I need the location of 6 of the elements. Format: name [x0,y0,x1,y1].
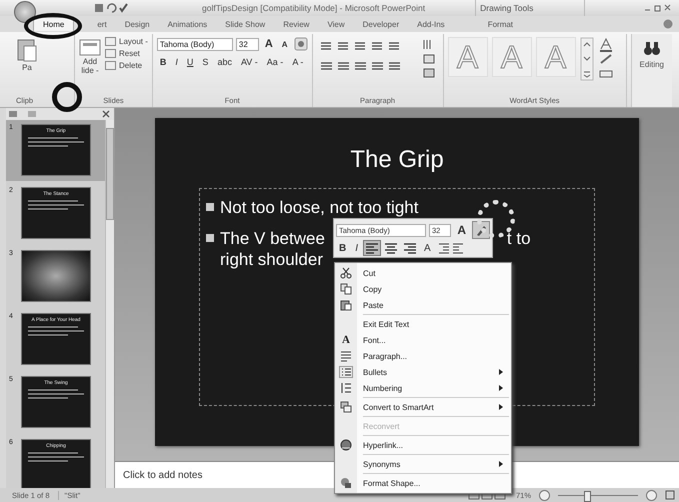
window-title: golfTipsDesign [Compatibility Mode] - Microsoft PowerPoint [202,3,426,13]
bullet-text: t to [506,228,531,249]
bullet-text: The V betwee [220,228,325,249]
bullet-text: Not too loose, not too tight [220,197,418,218]
slide-title: The Grip [350,146,444,174]
bullet-text: right shoulder [220,249,324,270]
